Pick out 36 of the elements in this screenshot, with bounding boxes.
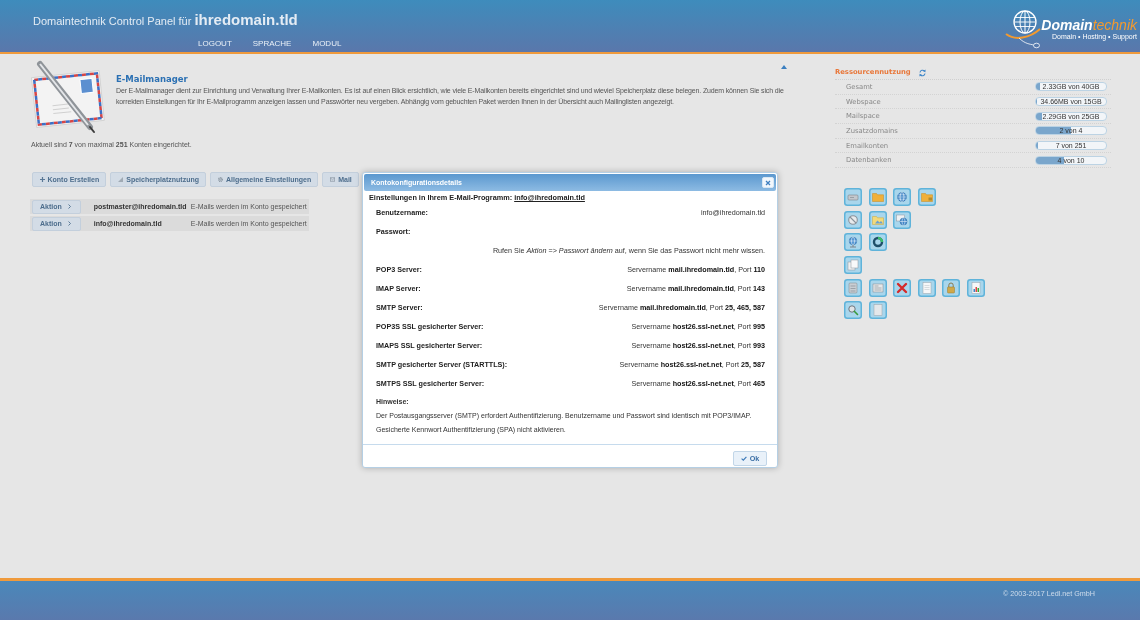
chevron-icon bbox=[67, 221, 71, 226]
logo-globe-icon bbox=[1005, 7, 1042, 49]
gear-icon bbox=[217, 177, 223, 182]
documents-icon[interactable] bbox=[844, 255, 862, 274]
locked-folder-icon[interactable] bbox=[917, 188, 936, 207]
search-icon[interactable] bbox=[844, 301, 862, 320]
blocked-icon[interactable] bbox=[844, 210, 862, 229]
delete-icon[interactable] bbox=[893, 278, 912, 297]
newspaper-icon[interactable] bbox=[868, 278, 887, 297]
globe-stand-icon[interactable] bbox=[844, 233, 862, 252]
lock-icon[interactable] bbox=[942, 278, 961, 297]
collapse-caret-icon[interactable] bbox=[781, 65, 787, 69]
page-icon[interactable] bbox=[868, 301, 887, 320]
site-title: Domaintechnik Control Panel für ihredomain.tld bbox=[33, 11, 299, 30]
drive-icon[interactable] bbox=[844, 188, 862, 207]
document-icon[interactable] bbox=[917, 278, 936, 297]
plus-icon bbox=[39, 177, 45, 182]
refresh-icon[interactable] bbox=[918, 68, 926, 77]
nav-link[interactable]: LOGOUT bbox=[198, 39, 232, 49]
close-icon bbox=[765, 179, 771, 186]
server-icon[interactable] bbox=[844, 278, 862, 297]
folder-icon[interactable] bbox=[868, 188, 887, 207]
chevron-icon bbox=[67, 204, 71, 209]
close-button[interactable] bbox=[762, 177, 774, 188]
globe-window-icon[interactable] bbox=[893, 210, 912, 229]
envelope-pen-icon bbox=[30, 60, 105, 135]
chart-icon[interactable] bbox=[966, 278, 985, 297]
logo-wordmark: Domaintechnik bbox=[1041, 18, 1137, 33]
wedge-icon bbox=[118, 177, 124, 182]
check-icon bbox=[740, 456, 747, 461]
nav-link[interactable]: MODUL bbox=[312, 39, 342, 49]
globe-icon[interactable] bbox=[893, 188, 912, 207]
module-title: E-Mailmanager bbox=[116, 74, 188, 84]
ring-icon[interactable] bbox=[868, 233, 887, 252]
nav-link[interactable]: SPRACHE bbox=[252, 39, 292, 49]
envelope-icon bbox=[330, 177, 336, 182]
